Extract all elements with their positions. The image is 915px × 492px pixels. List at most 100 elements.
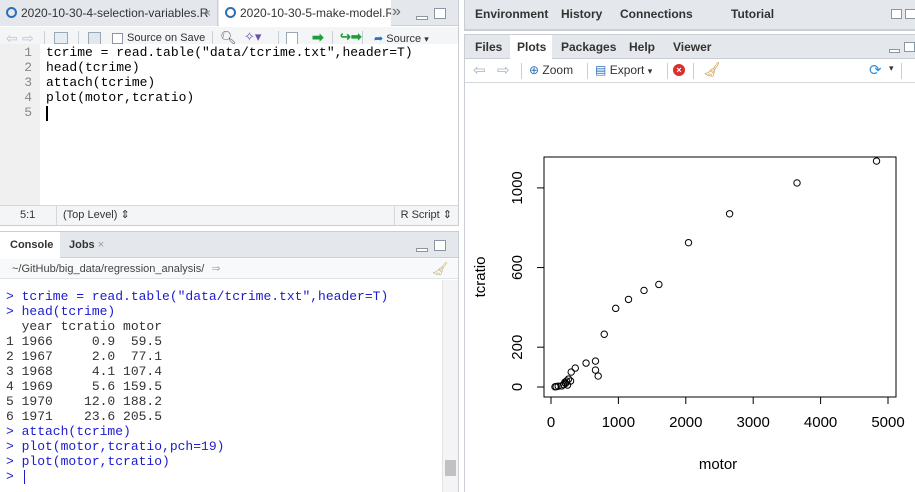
- zoom-button[interactable]: ⊕ Zoom: [529, 63, 573, 77]
- maximize-pane-button[interactable]: [434, 8, 446, 19]
- y-tick-label: 0: [509, 383, 526, 391]
- console-line: > tcrime = read.table("data/tcrime.txt",…: [6, 289, 389, 304]
- data-point: [684, 238, 693, 247]
- tab-history[interactable]: History: [552, 0, 612, 30]
- scope-label: (Top Level): [63, 209, 118, 221]
- maximize-pane-button[interactable]: [904, 42, 915, 52]
- data-point: [612, 304, 620, 313]
- magic-wand-icon[interactable]: ✧▾: [244, 29, 261, 45]
- show-in-window-icon[interactable]: [54, 32, 68, 44]
- data-point: [591, 357, 600, 365]
- remove-plot-icon[interactable]: ×: [673, 64, 685, 76]
- data-point: [571, 364, 579, 372]
- code-line: tcrime = read.table("data/tcrime.txt",he…: [46, 45, 413, 60]
- editor-tab-label: 2020-10-30-4-selection-variables.R: [21, 6, 209, 20]
- plot-area: 0 1000 2000 3000 4000 5000 0 200 600 1000 motor …: [465, 84, 915, 492]
- minimize-pane-button[interactable]: [889, 49, 900, 53]
- export-button[interactable]: ▤ Export ▾: [595, 63, 652, 77]
- console-line: 6 1971 23.6 205.5: [6, 409, 163, 424]
- source-on-save-label: Source on Save: [127, 32, 206, 44]
- plots-toolbar: ⇦ ⇨ ⊕ Zoom ▤ Export ▾ × 🧹︎ ⟳ ▾: [465, 59, 915, 83]
- maximize-pane-button[interactable]: [434, 240, 446, 251]
- minimize-pane-button[interactable]: [416, 248, 428, 252]
- x-tick-label: 3000: [737, 414, 770, 431]
- clear-all-plots-icon[interactable]: 🧹︎: [703, 61, 721, 78]
- code-line: attach(tcrime): [46, 75, 156, 90]
- code-editor[interactable]: 1 2 3 4 5 tcrime = read.table("data/tcri…: [0, 44, 458, 206]
- data-point: [872, 157, 881, 165]
- code-line: head(tcrime): [46, 60, 140, 75]
- console-line: 3 1968 4.1 107.4: [6, 364, 163, 379]
- editor-tab-selection-variables[interactable]: 2020-10-30-4-selection-variables.R ×: [0, 0, 218, 26]
- console-prompt[interactable]: >: [6, 469, 22, 484]
- close-icon[interactable]: ×: [204, 0, 211, 26]
- console-scrollbar[interactable]: [442, 280, 458, 492]
- x-tick-label: 1000: [602, 414, 635, 431]
- editor-tab-make-model[interactable]: 2020-10-30-5-make-model.R: [219, 0, 391, 27]
- export-label: Export: [609, 63, 645, 77]
- x-axis-label: motor: [699, 456, 737, 473]
- refresh-icon[interactable]: ⟳: [869, 61, 882, 79]
- x-tick-label: 2000: [669, 414, 702, 431]
- console-output[interactable]: > tcrime = read.table("data/tcrime.txt",…: [0, 280, 440, 492]
- zoom-icon: ⊕: [529, 63, 540, 77]
- line-number: 1: [24, 45, 32, 60]
- tab-files[interactable]: Files: [465, 35, 509, 59]
- r-file-icon: [225, 7, 236, 18]
- scope-selector[interactable]: (Top Level) ⇕: [56, 206, 130, 225]
- data-point: [582, 359, 590, 367]
- text-cursor: [24, 470, 25, 484]
- zoom-label: Zoom: [542, 63, 574, 77]
- console-line: > plot(motor,tcratio): [6, 454, 170, 469]
- y-axis: 0 200 600 1000: [509, 171, 545, 391]
- tab-packages[interactable]: Packages: [553, 35, 619, 59]
- data-point: [591, 366, 600, 374]
- tab-console[interactable]: Console: [0, 232, 60, 259]
- plot-frame: [543, 156, 897, 398]
- tab-jobs[interactable]: Jobs ×: [61, 232, 121, 258]
- close-icon[interactable]: ×: [98, 239, 104, 251]
- previous-plot-icon[interactable]: ⇦: [473, 61, 486, 79]
- clear-console-icon[interactable]: 🧹︎: [431, 259, 448, 279]
- export-icon: ▤: [595, 63, 607, 77]
- console-tab-bar: Console Jobs ×: [0, 232, 458, 259]
- data-point: [600, 330, 608, 338]
- tab-viewer[interactable]: Viewer: [665, 35, 721, 59]
- console-line: > attach(tcrime): [6, 424, 131, 439]
- line-number: 2: [24, 60, 32, 75]
- text-cursor: [46, 106, 48, 121]
- scrollbar-thumb[interactable]: [445, 460, 456, 476]
- minimize-pane-button[interactable]: [416, 16, 428, 20]
- tab-plots[interactable]: Plots: [510, 35, 552, 60]
- console-line: 5 1970 12.0 188.2: [6, 394, 163, 409]
- x-axis: 0 1000 2000 3000 4000 5000: [547, 396, 905, 431]
- tab-tutorial[interactable]: Tutorial: [714, 0, 784, 30]
- data-point: [640, 286, 648, 295]
- next-plot-icon[interactable]: ⇨: [497, 61, 510, 79]
- rerun-icon[interactable]: ↪➡: [340, 29, 362, 45]
- maximize-pane-button[interactable]: [905, 9, 915, 19]
- environment-tab-bar: Environment History Connections Tutorial: [465, 0, 915, 30]
- goto-directory-icon[interactable]: ⇒: [211, 263, 220, 275]
- tab-jobs-label: Jobs: [69, 239, 95, 251]
- cursor-position: 5:1: [20, 209, 36, 221]
- r-file-icon: [6, 7, 17, 18]
- tab-environment[interactable]: Environment: [465, 0, 551, 30]
- console-line: > plot(motor,tcratio,pch=19): [6, 439, 225, 454]
- chevron-down-icon: ▾: [424, 34, 429, 44]
- files-tab-bar: Files Plots Packages Help Viewer: [465, 35, 915, 60]
- restore-pane-button[interactable]: [891, 9, 902, 19]
- data-point: [624, 295, 633, 304]
- line-number: 4: [24, 90, 32, 105]
- tab-connections[interactable]: Connections: [613, 0, 713, 30]
- console-line: 4 1969 5.6 159.5: [6, 379, 163, 394]
- working-directory: ~/GitHub/big_data/regression_analysis/: [12, 263, 205, 275]
- more-tabs-button[interactable]: »: [392, 0, 408, 26]
- source-editor-pane: 2020-10-30-4-selection-variables.R × 202…: [0, 0, 459, 226]
- chevron-down-icon[interactable]: ▾: [889, 63, 894, 74]
- tab-help[interactable]: Help: [620, 35, 664, 59]
- source-on-save-checkbox[interactable]: [112, 33, 123, 44]
- console-pane: Console Jobs × ~/GitHub/big_data/regress…: [0, 231, 459, 492]
- file-type-label: R Script: [400, 209, 440, 221]
- file-type-selector[interactable]: R Script ⇕: [393, 206, 452, 225]
